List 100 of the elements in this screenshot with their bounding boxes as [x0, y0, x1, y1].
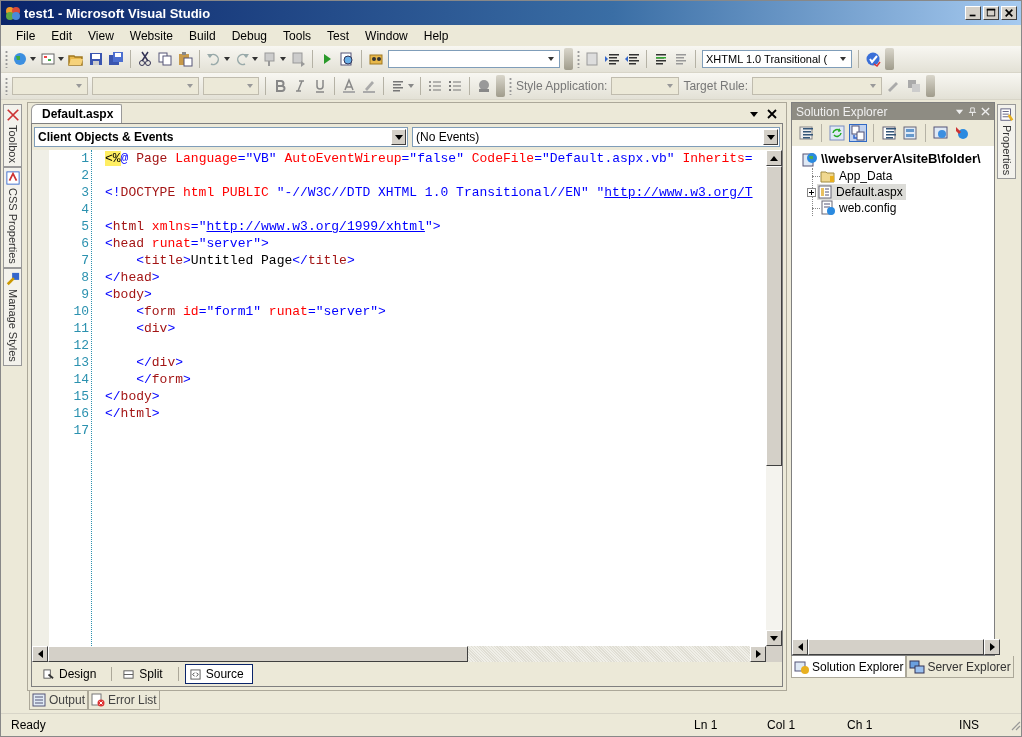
panel-tab[interactable]: Output [29, 691, 89, 710]
web-config-icon[interactable] [954, 125, 970, 141]
code-line: <head runat="server"> [105, 236, 269, 251]
scroll-down-button[interactable] [766, 630, 782, 646]
close-icon[interactable] [767, 109, 777, 119]
event-dropdown[interactable]: (No Events) [412, 127, 780, 147]
caret-icon[interactable] [280, 57, 286, 61]
config-file-icon [820, 200, 836, 216]
overlap-squares-icon[interactable] [906, 78, 923, 94]
find-icon[interactable] [368, 51, 384, 67]
caret-icon[interactable] [58, 57, 64, 61]
menu-item[interactable]: View [80, 28, 122, 43]
scroll-right-button[interactable] [750, 646, 766, 662]
font-color-icon[interactable] [341, 78, 357, 94]
scroll-up-button[interactable] [766, 150, 782, 166]
side-tab[interactable]: CSS Properties [3, 166, 22, 268]
menu-item[interactable]: Test [319, 28, 358, 43]
view-tab[interactable]: Split [118, 664, 172, 684]
line-number: 16 [72, 405, 90, 422]
insert-mode-indicator: INS [959, 718, 981, 732]
scroll-left-button[interactable] [792, 639, 808, 655]
save-icon[interactable] [88, 51, 104, 67]
caret-icon[interactable] [394, 134, 403, 140]
target-schema-dropdown[interactable]: XHTML 1.0 Transitional ( [702, 50, 852, 68]
resize-grip-icon[interactable] [1009, 719, 1021, 731]
close-button[interactable] [1001, 6, 1017, 20]
code-line: <div> [135, 321, 176, 336]
toolbar-overflow-button[interactable] [926, 75, 936, 97]
refresh-icon[interactable] [829, 125, 845, 141]
side-tab[interactable]: Toolbox [3, 104, 22, 167]
document-tab[interactable]: Default.aspx [31, 104, 123, 123]
object-dropdown[interactable]: Client Objects & Events [34, 127, 408, 147]
toolbar-gripper[interactable] [5, 77, 8, 95]
scrollbar-thumb[interactable] [766, 166, 782, 466]
close-icon [1004, 8, 1014, 18]
maximize-button[interactable] [983, 6, 999, 20]
line-number: 13 [72, 354, 90, 371]
toolbar-gripper[interactable] [5, 50, 8, 68]
toolbar-gripper[interactable] [577, 50, 580, 68]
expand-icon[interactable] [807, 187, 816, 197]
nest-files-icon[interactable] [850, 125, 866, 141]
menu-item[interactable]: Website [121, 28, 181, 43]
tree-item[interactable]: Default.aspx [817, 184, 906, 200]
panel-tab[interactable]: Solution Explorer [791, 656, 907, 678]
app-logo-icon [5, 5, 21, 21]
view-tab[interactable]: Source [184, 664, 253, 684]
cut-icon[interactable] [137, 51, 153, 67]
align-left-icon[interactable] [390, 78, 406, 94]
view-code-icon[interactable] [881, 125, 897, 141]
new-file-icon[interactable] [40, 51, 56, 67]
caret-icon[interactable] [30, 57, 36, 61]
view-tab[interactable]: Design [38, 664, 106, 684]
web-page-icon[interactable] [933, 125, 949, 141]
caret-icon[interactable] [252, 57, 258, 61]
panel-tab[interactable]: Server Explorer [906, 656, 1014, 678]
highlight-icon[interactable] [361, 78, 377, 94]
caret-icon[interactable] [224, 57, 230, 61]
validate-icon[interactable] [865, 51, 881, 67]
tree-item[interactable]: web.config [820, 200, 900, 216]
panel-tab[interactable]: Error List [88, 691, 160, 710]
caret-icon[interactable] [749, 109, 759, 119]
right-arrow-icon [989, 643, 995, 651]
properties-icon[interactable] [798, 125, 814, 141]
tree-item[interactable]: \\webserverA\siteB\folder\ [802, 150, 984, 167]
scroll-left-button[interactable] [32, 646, 48, 662]
menu-item[interactable]: Window [357, 28, 416, 43]
copy-icon[interactable] [157, 51, 173, 67]
horizontal-scrollbar[interactable] [792, 639, 1000, 655]
pin-icon[interactable] [968, 107, 977, 116]
side-tab[interactable]: Manage Styles [3, 267, 22, 366]
caret-icon[interactable] [548, 57, 554, 61]
code-line: <title>Untitled Page</title> [135, 253, 355, 268]
save-all-icon[interactable] [108, 51, 124, 67]
menu-item[interactable]: File [8, 28, 44, 43]
side-tab[interactable]: Properties [997, 104, 1016, 180]
numbered-list-icon[interactable] [447, 78, 463, 94]
horizontal-scrollbar[interactable] [32, 646, 766, 662]
menu-item[interactable]: Tools [275, 28, 320, 43]
vertical-scrollbar[interactable] [766, 150, 782, 646]
menu-item[interactable]: Build [180, 28, 224, 43]
toolbar-gripper[interactable] [509, 77, 512, 95]
caret-icon[interactable] [840, 57, 846, 61]
menu-item[interactable]: Edit [43, 28, 81, 43]
menu-item[interactable]: Help [415, 28, 457, 43]
indent-icon[interactable] [624, 51, 640, 67]
scroll-right-button[interactable] [984, 639, 1000, 655]
menu-item[interactable]: Debug [223, 28, 276, 43]
outdent-icon[interactable] [604, 51, 620, 67]
scrollbar-thumb[interactable] [48, 646, 468, 662]
tree-item[interactable]: App_Data [820, 168, 896, 184]
view-designer-icon[interactable] [902, 125, 918, 141]
paste-icon[interactable] [177, 51, 193, 67]
browse-icon[interactable] [339, 51, 355, 67]
up-arrow-icon [770, 155, 778, 161]
minimize-button[interactable] [965, 6, 981, 20]
bullet-list-icon[interactable] [427, 78, 443, 94]
scrollbar-thumb[interactable] [808, 639, 984, 655]
caret-icon[interactable] [766, 134, 775, 140]
folder-icon [820, 168, 836, 184]
align-lines-icon[interactable] [653, 51, 669, 67]
